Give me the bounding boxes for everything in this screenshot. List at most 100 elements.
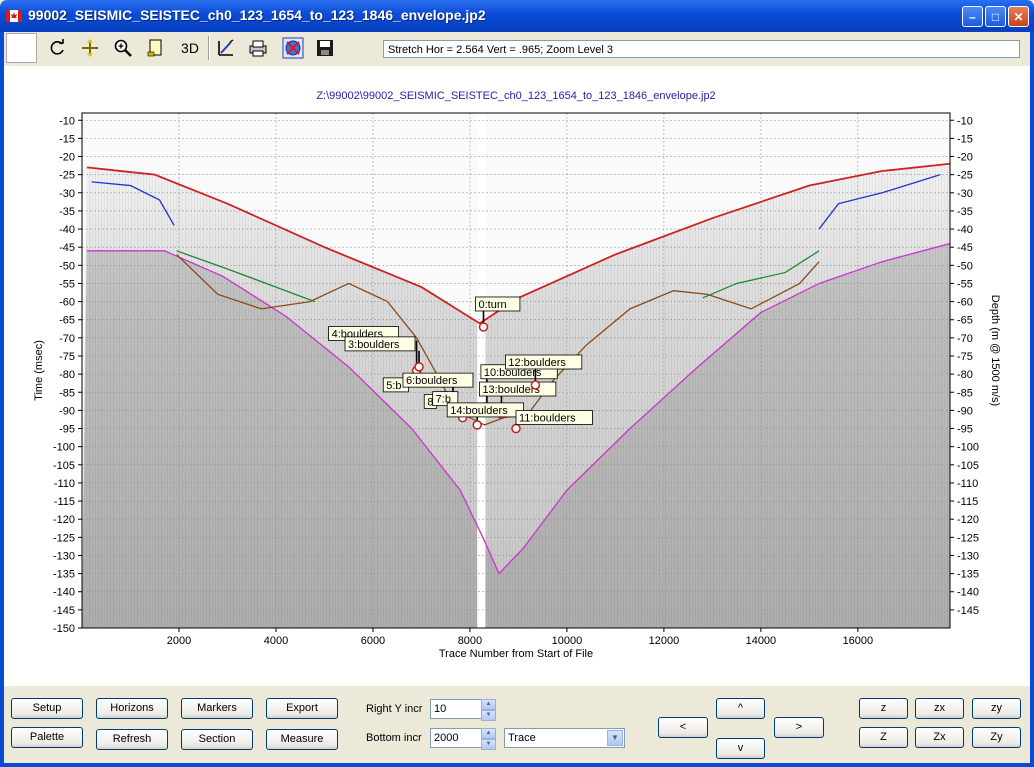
right-y-tick-label: -35 bbox=[957, 206, 973, 218]
y-tick-label: -75 bbox=[59, 351, 75, 363]
right-y-incr-input[interactable]: 10 bbox=[430, 699, 482, 719]
right-y-tick-label: -15 bbox=[957, 133, 973, 145]
page-icon[interactable] bbox=[145, 37, 167, 59]
y-tick-label: -80 bbox=[59, 369, 75, 381]
marker-label: 6:boulders bbox=[406, 375, 458, 387]
marker-label: 3:boulders bbox=[348, 339, 400, 351]
section-button[interactable]: Section bbox=[181, 729, 253, 750]
chevron-down-icon[interactable]: ▼ bbox=[607, 730, 623, 746]
pan-left-button[interactable]: < bbox=[658, 717, 708, 738]
globe-icon[interactable] bbox=[282, 37, 304, 59]
marker-point bbox=[478, 322, 489, 332]
close-button[interactable]: ✕ bbox=[1008, 6, 1029, 27]
axis-mode-select[interactable]: Trace ▼ bbox=[504, 728, 625, 748]
x-tick-label: 10000 bbox=[552, 635, 583, 647]
status-text-field: Stretch Hor = 2.564 Vert = .965; Zoom Le… bbox=[383, 40, 1020, 58]
y-tick-label: -125 bbox=[53, 532, 75, 544]
toolbar-separator bbox=[208, 36, 210, 60]
right-y-tick-label: -115 bbox=[957, 496, 978, 508]
right-y-tick-label: -25 bbox=[957, 170, 973, 182]
y-tick-label: -120 bbox=[53, 514, 75, 526]
toolbar: 3D Stretch Hor = 2.564 Vert = .965; Zoom… bbox=[4, 32, 1030, 64]
blank-tool-slot[interactable] bbox=[6, 33, 37, 63]
export-button[interactable]: Export bbox=[266, 698, 338, 719]
x-tick-label: 14000 bbox=[746, 635, 777, 647]
right-y-tick-label: -60 bbox=[957, 297, 973, 309]
marker-point bbox=[511, 423, 521, 434]
right-y-incr-spinner[interactable]: ▲ ▼ bbox=[481, 699, 496, 721]
pick-icon[interactable] bbox=[215, 37, 237, 59]
y-tick-label: -45 bbox=[59, 242, 75, 254]
right-y-tick-label: -75 bbox=[957, 351, 973, 363]
x-tick-label: 2000 bbox=[167, 635, 191, 647]
setup-button[interactable]: Setup bbox=[11, 698, 83, 719]
pan-up-button[interactable]: ^ bbox=[716, 698, 765, 719]
pan-icon[interactable] bbox=[79, 37, 101, 59]
refresh-icon[interactable] bbox=[46, 37, 68, 59]
palette-button[interactable]: Palette bbox=[11, 727, 83, 748]
maximize-button[interactable]: □ bbox=[985, 6, 1006, 27]
zoom-in-button[interactable]: z bbox=[859, 698, 908, 719]
right-y-axis-label: Depth (m @ 1500 m/s) bbox=[989, 295, 1001, 406]
y-tick-label: -85 bbox=[59, 387, 75, 399]
x-tick-label: 12000 bbox=[649, 635, 680, 647]
zoom-out-button[interactable]: Z bbox=[859, 727, 908, 748]
right-y-tick-label: -125 bbox=[957, 532, 979, 544]
right-y-tick-label: -70 bbox=[957, 333, 973, 345]
y-tick-label: -55 bbox=[59, 278, 75, 290]
right-y-tick-label: -105 bbox=[957, 460, 979, 472]
right-y-tick-label: -100 bbox=[957, 442, 979, 454]
3d-view-button[interactable]: 3D bbox=[177, 37, 203, 59]
y-tick-label: -110 bbox=[54, 478, 75, 490]
y-tick-label: -30 bbox=[59, 188, 75, 200]
file-path-title: Z:\99002\99002_SEISMIC_SEISTEC_ch0_123_1… bbox=[316, 90, 715, 102]
marker-point bbox=[530, 380, 541, 390]
right-y-tick-label: -40 bbox=[957, 224, 973, 236]
y-tick-label: -50 bbox=[59, 260, 75, 272]
y-tick-label: -40 bbox=[59, 224, 75, 236]
axis-mode-value: Trace bbox=[508, 732, 536, 744]
y-tick-label: -105 bbox=[53, 460, 75, 472]
pan-down-button[interactable]: v bbox=[716, 738, 765, 759]
minimize-button[interactable]: – bbox=[962, 6, 983, 27]
y-tick-label: -140 bbox=[53, 587, 75, 599]
seismic-profile-plot[interactable]: 0:turn4:boulders3:boulders5:b 6:boulders8… bbox=[4, 66, 1030, 686]
y-tick-label: -70 bbox=[59, 333, 75, 345]
y-tick-label: -95 bbox=[59, 424, 75, 436]
print-icon[interactable] bbox=[247, 37, 269, 59]
y-tick-label: -15 bbox=[59, 133, 75, 145]
right-y-tick-label: -10 bbox=[957, 115, 973, 127]
bottom-incr-spinner[interactable]: ▲ ▼ bbox=[481, 728, 496, 750]
horizons-button[interactable]: Horizons bbox=[96, 698, 168, 719]
y-tick-label: -90 bbox=[59, 405, 75, 417]
refresh-button[interactable]: Refresh bbox=[96, 729, 168, 750]
right-y-tick-label: -20 bbox=[957, 152, 973, 164]
y-tick-label: -150 bbox=[53, 623, 75, 635]
pan-right-button[interactable]: > bbox=[774, 717, 824, 738]
x-tick-label: 16000 bbox=[843, 635, 874, 647]
bottom-incr-input[interactable]: 2000 bbox=[430, 728, 482, 748]
markers-button[interactable]: Markers bbox=[181, 698, 253, 719]
y-tick-label: -145 bbox=[53, 605, 75, 617]
plot-panel: 0:turn 4:boulders 3:boulders 5:b 6:boulders 8… bbox=[4, 66, 1030, 686]
right-y-tick-label: -90 bbox=[957, 405, 973, 417]
zoom-icon[interactable] bbox=[112, 37, 134, 59]
y-tick-label: -130 bbox=[53, 550, 75, 562]
zoom-y-out-button[interactable]: Zy bbox=[972, 727, 1021, 748]
right-y-tick-label: -95 bbox=[957, 424, 973, 436]
right-y-tick-label: -140 bbox=[957, 587, 979, 599]
measure-button[interactable]: Measure bbox=[266, 729, 338, 750]
right-y-tick-label: -110 bbox=[957, 478, 978, 490]
right-y-tick-label: -45 bbox=[957, 242, 973, 254]
zoom-x-out-button[interactable]: Zx bbox=[915, 727, 964, 748]
zoom-y-in-button[interactable]: zy bbox=[972, 698, 1021, 719]
x-tick-label: 8000 bbox=[458, 635, 482, 647]
y-tick-label: -115 bbox=[54, 496, 75, 508]
right-y-tick-label: -55 bbox=[957, 278, 973, 290]
marker-label: 14:boulders bbox=[450, 405, 508, 417]
app-icon bbox=[6, 10, 22, 22]
x-axis-label: Trace Number from Start of File bbox=[439, 648, 593, 660]
x-tick-label: 6000 bbox=[361, 635, 385, 647]
save-icon[interactable] bbox=[314, 37, 336, 59]
zoom-x-in-button[interactable]: zx bbox=[915, 698, 964, 719]
